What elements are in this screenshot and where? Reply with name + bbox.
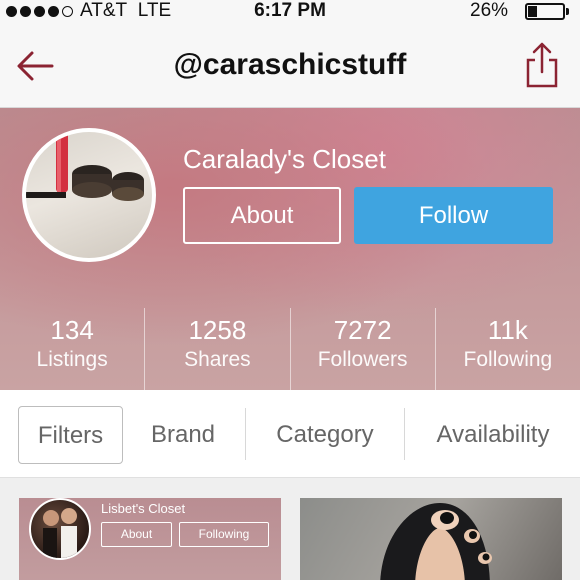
stat-label: Listings: [36, 348, 108, 371]
profile-stats: 134 Listings 1258 Shares 7272 Followers …: [0, 308, 580, 390]
sandal-photo: [380, 503, 492, 580]
share-icon[interactable]: [522, 40, 562, 90]
brand-tab[interactable]: Brand: [135, 406, 231, 464]
battery-tip: [566, 8, 569, 15]
filter-bar: Filters Brand Category Availability: [0, 390, 580, 478]
stat-followers[interactable]: 7272 Followers: [289, 308, 435, 390]
tile-closet-name: Lisbet's Closet: [101, 501, 186, 516]
stat-following[interactable]: 11k Following: [434, 308, 580, 390]
follow-button[interactable]: Follow: [354, 187, 553, 244]
page-title: @caraschicstuff: [173, 48, 407, 81]
stat-value: 134: [50, 315, 94, 345]
tile-avatar-photo: [43, 508, 77, 558]
battery-icon: [525, 3, 565, 20]
stat-value: 7272: [333, 315, 392, 345]
status-bar: AT&T LTE 6:17 PM 26%: [0, 0, 580, 24]
listing-grid: Lisbet's Closet About Following: [0, 478, 580, 580]
availability-tab[interactable]: Availability: [418, 406, 568, 464]
listing-tile[interactable]: [300, 498, 562, 580]
stat-value: 1258: [188, 315, 247, 345]
category-tab[interactable]: Category: [258, 406, 392, 464]
about-button[interactable]: About: [183, 187, 341, 244]
battery-percent: 26%: [470, 0, 509, 21]
profile-avatar[interactable]: [22, 128, 156, 262]
navigation-bar: @caraschicstuff: [0, 24, 580, 108]
tab-divider: [245, 408, 246, 460]
closet-name: Caralady's Closet: [183, 144, 386, 174]
tab-divider: [404, 408, 405, 460]
stat-shares[interactable]: 1258 Shares: [144, 308, 289, 390]
tile-avatar: [29, 498, 91, 560]
stat-listings[interactable]: 134 Listings: [0, 308, 144, 390]
profile-header: Caralady's Closet About Follow 134 Listi…: [0, 108, 580, 390]
stat-value: 11k: [487, 315, 528, 345]
avatar-photo: [26, 132, 144, 201]
tile-about-button[interactable]: About: [101, 522, 172, 547]
listing-tile[interactable]: Lisbet's Closet About Following: [19, 498, 281, 580]
stat-label: Following: [463, 348, 553, 371]
tile-following-button[interactable]: Following: [179, 522, 269, 547]
stat-label: Followers: [317, 348, 408, 371]
stat-label: Shares: [184, 348, 251, 371]
battery-level: [528, 6, 538, 17]
filters-tab[interactable]: Filters: [18, 406, 123, 464]
